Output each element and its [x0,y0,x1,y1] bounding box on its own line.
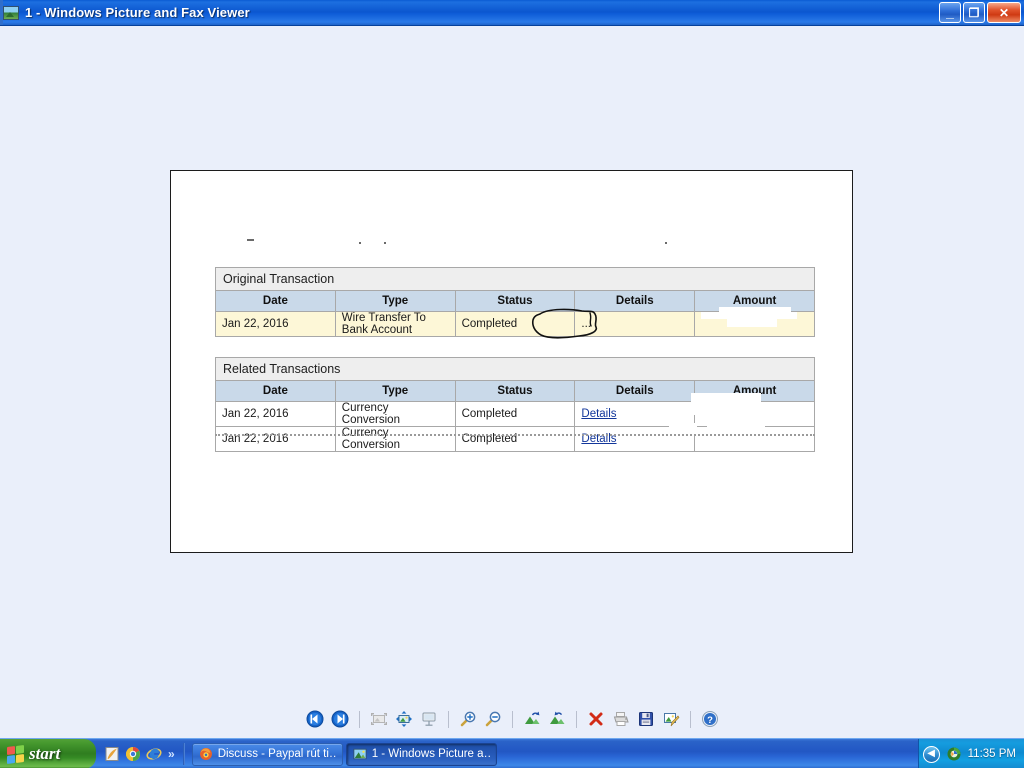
delete-icon[interactable] [585,708,607,730]
original-transaction-caption: Original Transaction [215,267,815,291]
column-header-date: Date [215,290,336,312]
firefox-icon [199,747,213,761]
window-controls: _ ❐ ✕ [939,2,1021,23]
table-row: Jan 22, 2016 Currency Conversion Complet… [215,401,815,427]
start-button[interactable]: start [0,739,96,768]
cell-details: Details [574,426,696,452]
cell-type: Wire Transfer To Bank Account [334,311,456,337]
toolbar-separator [575,710,577,728]
section-separator [215,434,815,436]
taskbar-item-label: 1 - Windows Picture a… [371,748,490,760]
picture-file-icon [3,5,19,20]
related-transactions-table: Related Transactions Date Type Status De… [215,357,815,452]
print-icon[interactable] [610,708,632,730]
window-title: 1 - Windows Picture and Fax Viewer [25,5,250,20]
table-row: Jan 22, 2016 Currency Conversion Complet… [215,426,815,452]
table-header-row: Date Type Status Details Amount [215,380,815,402]
restore-button[interactable]: ❐ [963,2,985,23]
toolbar-separator [358,710,360,728]
taskbar-divider [182,743,185,765]
close-button[interactable]: ✕ [987,2,1021,23]
taskbar-clock[interactable]: 11:35 PM [968,748,1016,760]
actual-size-icon[interactable] [393,708,415,730]
edit-image-icon[interactable] [660,708,682,730]
minimize-button[interactable]: _ [939,2,961,23]
related-transactions-caption: Related Transactions [215,357,815,381]
cell-status: Completed [454,401,576,427]
chrome-icon[interactable] [125,746,141,762]
cell-type: Currency Conversion [334,401,456,427]
internet-explorer-icon[interactable] [146,746,162,762]
cell-date: Jan 22, 2016 [215,311,336,337]
original-transaction-table: Original Transaction Date Type Status De… [215,267,815,337]
cell-type: Currency Conversion [334,426,456,452]
column-header-type: Type [334,380,456,402]
cell-date: Jan 22, 2016 [215,426,336,452]
cell-amount [694,426,815,452]
column-header-type: Type [334,290,456,312]
column-header-status: Status [454,380,576,402]
cell-amount [694,311,815,337]
start-label: start [29,744,61,763]
table-caption-row: Related Transactions [215,357,815,381]
cell-details: ... [574,311,696,337]
column-header-amount: Amount [694,380,815,402]
table-caption-row: Original Transaction [215,267,815,291]
task-button-group: Discuss - Paypal rút ti… 1 - Windows Pic… [188,739,918,768]
zoom-in-icon[interactable] [457,708,479,730]
viewer-toolbar: ? [0,700,1024,738]
column-header-date: Date [215,380,336,402]
cell-status: Completed [454,311,576,337]
system-tray: ◀ 11:35 PM [917,739,1024,768]
rotate-counterclockwise-icon[interactable] [546,708,568,730]
svg-text:?: ? [707,715,713,726]
taskbar-item-label: Discuss - Paypal rút ti… [217,748,336,760]
column-header-details: Details [574,290,696,312]
rotate-clockwise-icon[interactable] [521,708,543,730]
picture-file-icon [353,747,367,761]
details-link[interactable]: Details [581,408,616,420]
column-header-amount: Amount [694,290,815,312]
toolbar-separator [447,710,449,728]
best-fit-icon[interactable] [368,708,390,730]
quick-launch-bar: » [96,739,180,768]
next-image-icon[interactable] [329,708,351,730]
quick-launch-overflow-icon[interactable]: » [168,747,175,761]
cell-details: Details [574,401,696,427]
notepad-icon[interactable] [104,746,120,762]
cell-date: Jan 22, 2016 [215,401,336,427]
tray-expand-icon[interactable]: ◀ [922,745,940,763]
taskbar-item-picture-viewer[interactable]: 1 - Windows Picture a… [345,742,497,766]
close-icon: ✕ [998,5,1010,20]
windows-taskbar: start » Discuss - Paypal rút ti… 1 - Win… [0,738,1024,768]
toolbar-separator [511,710,513,728]
restore-icon: ❐ [968,5,980,20]
minimize-icon: _ [946,4,954,20]
erased-header-text [215,233,775,247]
taskbar-item-firefox[interactable]: Discuss - Paypal rút ti… [191,742,343,766]
save-as-icon[interactable] [635,708,657,730]
table-header-row: Date Type Status Details Amount [215,290,815,312]
windows-logo-icon [7,744,24,764]
window-title-bar[interactable]: 1 - Windows Picture and Fax Viewer _ ❐ ✕ [0,0,1024,26]
displayed-image-document: Original Transaction Date Type Status De… [170,170,853,553]
windows-update-icon[interactable] [946,746,962,762]
previous-image-icon[interactable] [304,708,326,730]
cell-status: Completed [454,426,576,452]
column-header-details: Details [574,380,696,402]
image-viewer-canvas[interactable]: Original Transaction Date Type Status De… [0,26,1024,700]
cell-amount [694,401,815,427]
toolbar-separator [689,710,691,728]
zoom-out-icon[interactable] [482,708,504,730]
column-header-status: Status [454,290,576,312]
slideshow-icon[interactable] [418,708,440,730]
table-row: Jan 22, 2016 Wire Transfer To Bank Accou… [215,311,815,337]
desktop-screen: 1 - Windows Picture and Fax Viewer _ ❐ ✕ [0,0,1024,768]
help-icon[interactable]: ? [699,708,721,730]
